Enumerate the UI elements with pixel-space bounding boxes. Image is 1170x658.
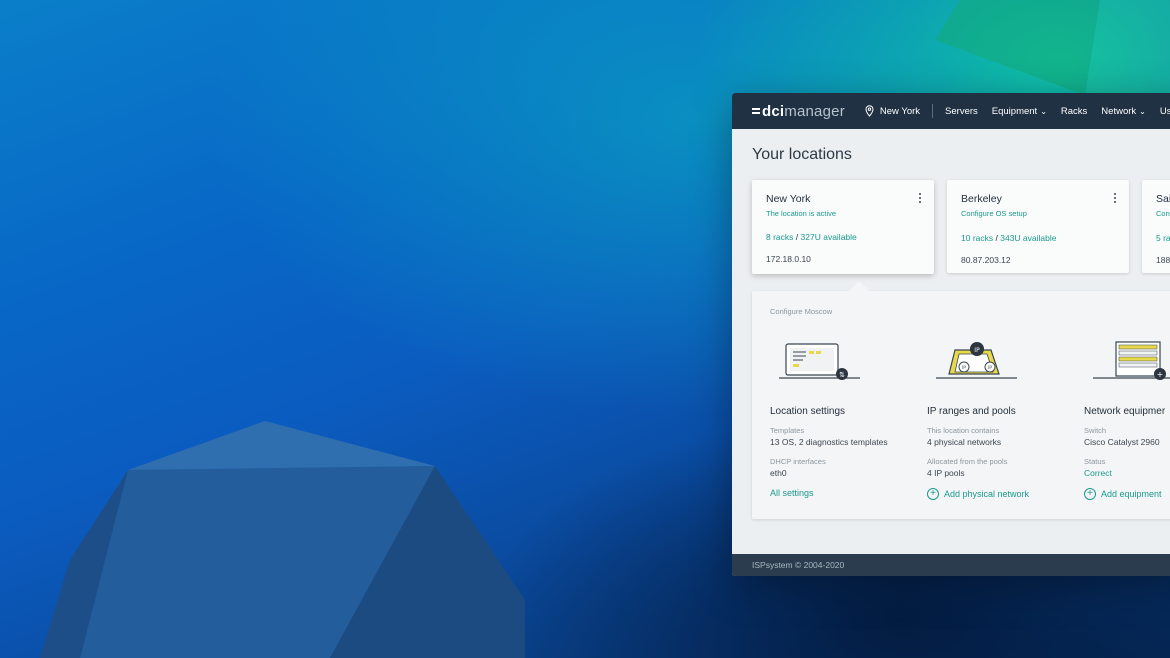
- location-status: Con: [1156, 209, 1170, 218]
- nav-label: Network: [1101, 105, 1137, 117]
- field-label: Status: [1084, 457, 1106, 466]
- nav-label: Equipment: [991, 105, 1038, 117]
- location-name: Sai: [1156, 193, 1170, 205]
- map-pin-icon: [865, 105, 874, 117]
- available-units[interactable]: 327U available: [801, 232, 857, 242]
- logo-brand: dci: [762, 102, 785, 120]
- field-value: eth0: [770, 468, 787, 478]
- available-units[interactable]: 343U available: [1000, 233, 1056, 243]
- location-selector[interactable]: New York: [865, 104, 934, 118]
- nav-network[interactable]: Network ⌄: [1101, 106, 1146, 117]
- racks-count[interactable]: 5 ra: [1156, 233, 1170, 243]
- location-name: New York: [766, 193, 811, 205]
- top-navigation-bar: dci manager New York Servers Equipment ⌄ R…: [732, 93, 1170, 129]
- action-label: Add equipment: [1101, 489, 1162, 499]
- action-label: All settings: [770, 488, 814, 498]
- location-racks: 8 racks / 327U available: [766, 232, 857, 242]
- nav-racks[interactable]: Racks: [1061, 106, 1087, 117]
- location-ip: 172.18.0.10: [766, 254, 811, 264]
- field-label: Switch: [1084, 426, 1107, 435]
- field-value: 13 OS, 2 diagnostics templates: [770, 437, 888, 447]
- plus-circle-icon: +: [927, 488, 939, 500]
- location-card-partial[interactable]: Sai Con 5 ra 188: [1142, 180, 1170, 273]
- column-title: Location settings: [770, 406, 846, 417]
- location-label: New York: [879, 105, 921, 117]
- ip-pools-illustration: IP IP IP: [927, 336, 1084, 386]
- more-options-icon[interactable]: [919, 193, 922, 205]
- svg-text:⇅: ⇅: [839, 371, 845, 379]
- all-settings-link[interactable]: All settings: [770, 488, 927, 498]
- location-ip: 188: [1156, 255, 1170, 265]
- nav-users[interactable]: Users: [1160, 106, 1170, 117]
- location-status[interactable]: Configure OS setup: [961, 209, 1115, 218]
- more-options-icon[interactable]: [1114, 193, 1117, 205]
- main-content: Your locations New York The location is …: [732, 129, 1170, 519]
- svg-text:+: +: [1157, 370, 1164, 379]
- nav-label: Servers: [945, 105, 978, 117]
- nav-label: Racks: [1060, 105, 1088, 117]
- field-label: Templates: [770, 426, 805, 435]
- nav-servers[interactable]: Servers: [945, 106, 978, 117]
- status-value: Correct: [1084, 468, 1112, 478]
- plus-circle-icon: +: [1084, 488, 1096, 500]
- logo-product: manager: [784, 102, 845, 120]
- racks-count[interactable]: 8 racks: [766, 232, 793, 242]
- field-label: DHCP interfaces: [770, 457, 826, 466]
- app-window: dci manager New York Servers Equipment ⌄ R…: [732, 93, 1170, 576]
- chevron-down-icon: ⌄: [1040, 106, 1047, 116]
- location-racks: 10 racks / 343U available: [961, 233, 1057, 243]
- action-label: Add physical network: [944, 489, 1030, 499]
- svg-text:IP: IP: [988, 365, 992, 371]
- column-title: Network equipmer: [1084, 406, 1166, 417]
- location-cards: New York The location is active 8 racks …: [752, 180, 1170, 274]
- nav-label: Users: [1159, 105, 1170, 117]
- network-equipment-illustration: +: [1084, 336, 1170, 386]
- configure-location-panel: Configure Moscow ⇅ Location settings Tem…: [752, 281, 1170, 519]
- svg-text:IP: IP: [974, 347, 980, 354]
- logo-icon: [752, 106, 760, 116]
- location-card-berkeley[interactable]: Berkeley Configure OS setup 10 racks / 3…: [947, 180, 1129, 273]
- field-label: This location contains: [927, 426, 1000, 435]
- location-settings-column: ⇅ Location settings Templates 13 OS, 2 d…: [770, 336, 927, 500]
- svg-text:IP: IP: [962, 365, 966, 371]
- racks-count[interactable]: 10 racks: [961, 233, 993, 243]
- field-value: 4 physical networks: [927, 437, 1002, 447]
- app-logo[interactable]: dci manager: [752, 103, 845, 120]
- location-name: Berkeley: [961, 193, 1002, 205]
- configure-caption: Configure Moscow: [770, 307, 833, 316]
- location-card-new-york[interactable]: New York The location is active 8 racks …: [752, 180, 934, 274]
- network-equipment-column: + Network equipmer Switch Cisco Catalyst…: [1084, 336, 1170, 500]
- laptop-settings-illustration: ⇅: [770, 336, 927, 386]
- field-value: Cisco Catalyst 2960: [1084, 437, 1160, 447]
- add-equipment-button[interactable]: + Add equipment: [1084, 488, 1170, 500]
- nav-equipment[interactable]: Equipment ⌄: [992, 106, 1047, 117]
- field-value: 4 IP pools: [927, 468, 965, 478]
- page-title: Your locations: [752, 146, 852, 163]
- location-ip: 80.87.203.12: [961, 255, 1011, 265]
- footer: ISPsystem © 2004-2020: [732, 554, 1170, 576]
- column-title: IP ranges and pools: [927, 406, 1016, 417]
- ip-ranges-column: IP IP IP IP ranges and pools This locati…: [927, 336, 1084, 500]
- field-label: Allocated from the pools: [927, 457, 1008, 466]
- copyright-text: ISPsystem © 2004-2020: [752, 560, 845, 570]
- location-status: The location is active: [766, 209, 837, 218]
- chevron-down-icon: ⌄: [1139, 106, 1146, 116]
- panel-pointer: [849, 281, 869, 301]
- add-physical-network-button[interactable]: + Add physical network: [927, 488, 1084, 500]
